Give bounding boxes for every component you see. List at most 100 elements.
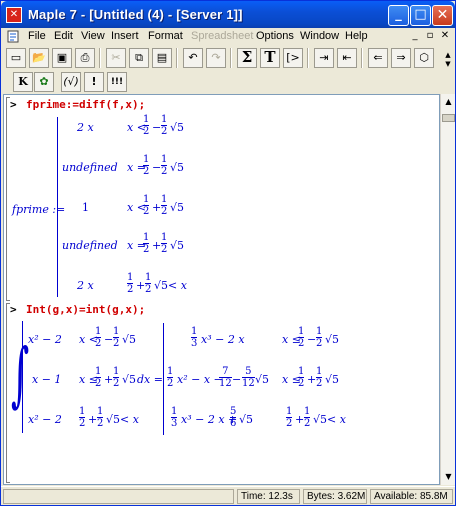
sqrt5: √5 [154,279,169,292]
menu-bar: File Edit View Insert Format Spreadsheet… [1,28,455,46]
close-button[interactable]: ✕ [432,5,453,26]
title-bar[interactable]: ✕ Maple 7 - [Untitled (4) - [Server 1]] … [1,1,455,28]
row-expression: x³ − 2 x [201,333,245,346]
print-button[interactable]: ⎙ [75,48,95,68]
menu-window[interactable]: Window [300,30,339,42]
execute-button[interactable]: ! [84,72,104,92]
input-prompt: > [10,98,17,111]
fraction: 12 [316,326,323,349]
fraction: 13 [171,406,178,429]
execution-group-button[interactable]: [> [283,48,303,68]
row-sign: + [88,413,98,426]
execution-group-bracket[interactable] [6,303,10,483]
doc-close-button[interactable]: ✕ [439,30,451,42]
row-sign: + [152,239,162,252]
fraction: 12 [95,366,102,389]
worksheet[interactable]: > fprime:=diff(f,x); fprime := 2 x x < 1… [3,94,440,485]
fraction: 56 [230,406,237,429]
new-file-button[interactable]: ▭ [6,48,26,68]
fraction: 12 [161,154,168,177]
maple-logo-icon: ✕ [6,7,22,23]
execution-group-bracket[interactable] [6,97,10,301]
forward-arrow-icon[interactable]: ⇒ [391,48,411,68]
fraction: 12 [161,194,168,217]
scroll-thumb[interactable] [442,114,455,122]
math-input-button[interactable]: Σ [237,48,257,68]
fraction: 12 [167,366,174,389]
input-command-1[interactable]: fprime:=diff(f,x); [26,98,145,111]
row-sign: − [307,333,317,346]
sqrt5: √5 [255,373,270,386]
fraction: 12 [304,406,311,429]
undo-button[interactable]: ↶ [183,48,203,68]
leaf-icon[interactable]: ✿ [34,72,54,92]
scroll-down-icon[interactable]: ▼ [442,470,455,483]
integrand-brace [22,321,23,433]
maple-notation-button[interactable]: K [13,72,33,92]
status-time: Time: 12.3s [237,489,300,504]
context-toolbar: K ✿ (√) ! !!! [3,71,455,93]
toolbar-scroll-down-icon[interactable]: ▼ [442,58,454,70]
copy-button[interactable]: ⧉ [129,48,149,68]
row-sign: − [152,121,162,134]
row-expression: x² − x − [177,373,223,386]
row-sign: − [152,161,162,174]
paste-button[interactable]: ▤ [152,48,172,68]
maximize-button[interactable]: □ [410,5,431,26]
menu-view[interactable]: View [81,30,105,42]
indent-button[interactable]: ⇥ [314,48,334,68]
sqrt5: √5 [325,373,340,386]
save-button[interactable]: ▣ [52,48,72,68]
document-icon[interactable] [5,29,21,44]
redo-button[interactable]: ↷ [206,48,226,68]
back-arrow-icon[interactable]: ⇐ [368,48,388,68]
fraction: 12 [161,232,168,255]
minimize-button[interactable]: _ [388,5,409,26]
input-prompt: > [10,303,17,316]
sqrt5: √5 [170,121,185,134]
row-expression: 2 x [77,121,94,134]
fraction: 12 [127,272,134,295]
fraction: 5 12 [242,366,255,389]
menu-help[interactable]: Help [345,30,368,42]
fraction: 12 [161,114,168,137]
row-expression: x² − 2 [28,333,62,346]
cut-button[interactable]: ✂ [106,48,126,68]
text-input-button[interactable]: T [260,48,280,68]
row-sign: − [104,333,114,346]
menu-file[interactable]: File [28,30,46,42]
doc-restore-button[interactable]: ▫ [424,30,436,42]
menu-options[interactable]: Options [256,30,294,42]
status-bytes: Bytes: 3.62M [303,489,367,504]
doc-minimize-button[interactable]: _ [409,30,421,42]
row-sign: + [152,201,162,214]
sqrt5: √5 [325,333,340,346]
status-message [3,489,234,504]
row-sign: + [104,373,114,386]
row-expression: 1 [82,201,89,214]
vertical-scrollbar[interactable]: ▲ ▼ [440,94,455,485]
text-evaluate-button[interactable]: (√) [61,72,81,92]
sqrt5: √5 [122,333,137,346]
fraction: 12 [143,154,150,177]
result-brace [163,323,164,435]
open-folder-button[interactable]: 📂 [29,48,49,68]
row-expression: x² − 2 [28,413,62,426]
fraction: 12 [113,326,120,349]
fraction: 12 [97,406,104,429]
menu-spreadsheet[interactable]: Spreadsheet [191,30,253,42]
input-command-2[interactable]: Int(g,x)=int(g,x); [26,303,145,316]
sqrt5: √5 [170,239,185,252]
menu-insert[interactable]: Insert [111,30,139,42]
outdent-button[interactable]: ⇤ [337,48,357,68]
fraction: 12 [298,366,305,389]
menu-edit[interactable]: Edit [54,30,73,42]
menu-format[interactable]: Format [148,30,183,42]
row-sign: + [307,373,317,386]
stop-icon[interactable]: ⬡ [414,48,434,68]
execute-all-button[interactable]: !!! [107,72,127,92]
scroll-up-icon[interactable]: ▲ [442,95,455,108]
main-toolbar: ▭ 📂 ▣ ⎙ ✂ ⧉ ▤ ↶ ↷ Σ T [> ⇥ ⇤ ⇐ ⇒ ⬡ ▲ ▼ [3,46,455,72]
toolbar-separator [307,48,309,68]
row-condition: < x [327,413,346,426]
